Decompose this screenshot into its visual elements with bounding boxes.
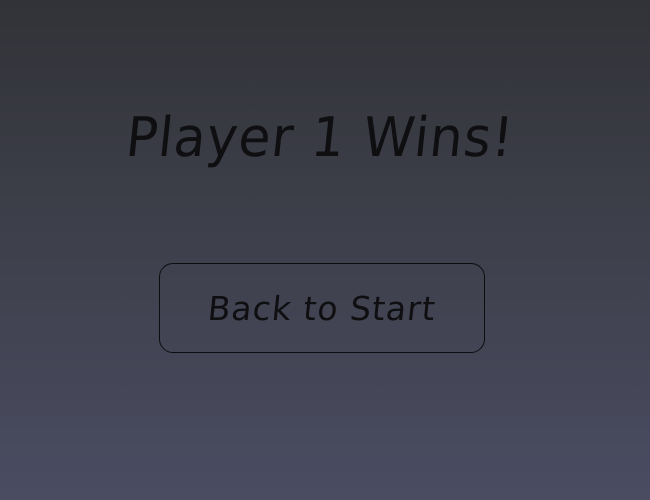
back-to-start-button[interactable]: Back to Start [159,263,485,353]
game-over-screen: Player 1 Wins! Back to Start [0,0,650,500]
back-to-start-label: Back to Start [206,288,438,328]
winner-title: Player 1 Wins! [122,106,518,170]
